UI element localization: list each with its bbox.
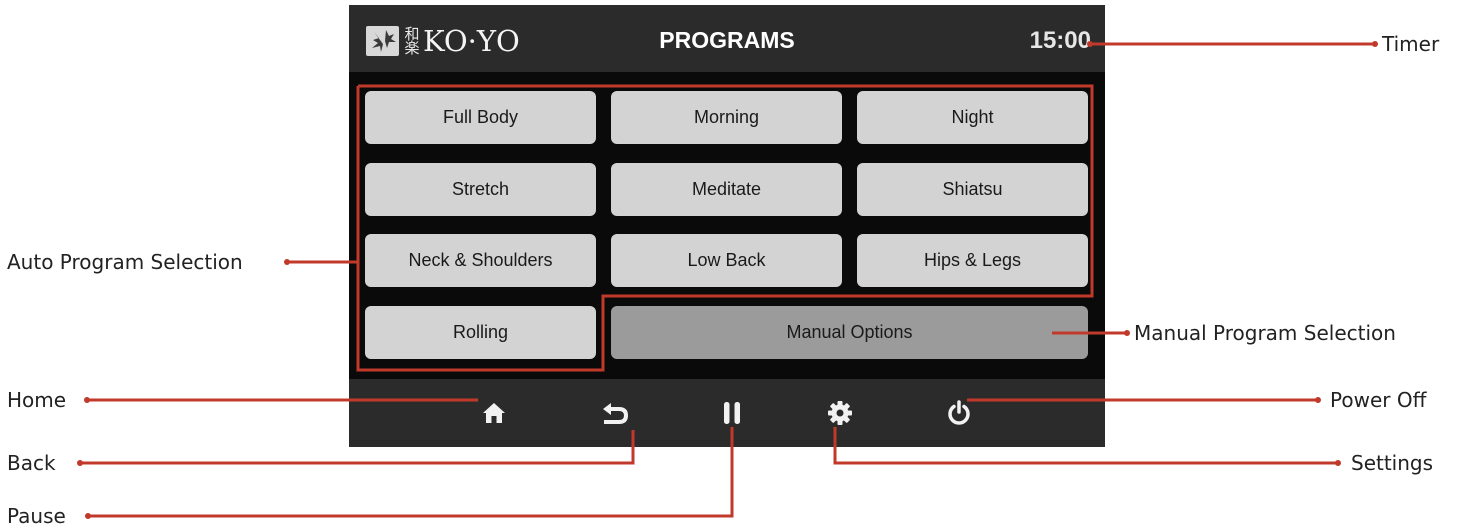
home-button[interactable] xyxy=(474,393,514,433)
program-button-stretch[interactable]: Stretch xyxy=(365,163,596,216)
program-label: Hips & Legs xyxy=(923,250,1022,270)
settings-button[interactable] xyxy=(820,393,860,433)
pause-button[interactable] xyxy=(712,393,752,433)
program-label: Stretch xyxy=(451,179,510,199)
page-title: PROGRAMS xyxy=(659,27,795,53)
header-bar: 和楽 KO·YO PROGRAMS 15:00 xyxy=(349,5,1105,72)
program-button-full-body[interactable]: Full Body xyxy=(365,91,596,144)
program-label: Night xyxy=(951,107,994,127)
program-label: Low Back xyxy=(687,250,766,270)
program-button-hips-legs[interactable]: Hips & Legs xyxy=(857,234,1088,287)
logo-kanji: 和楽 xyxy=(404,25,420,57)
program-label: Neck & Shoulders xyxy=(408,250,553,270)
annotation-back: Back xyxy=(7,451,56,475)
program-label: Meditate xyxy=(691,179,762,199)
koyo-logo: 和楽 KO·YO xyxy=(366,21,520,61)
program-button-rolling[interactable]: Rolling xyxy=(365,306,596,359)
program-label: Shiatsu xyxy=(942,179,1003,199)
timer-display: 15:00 xyxy=(1029,27,1091,54)
gear-icon xyxy=(828,401,852,425)
program-button-meditate[interactable]: Meditate xyxy=(611,163,842,216)
pause-icon xyxy=(724,402,740,424)
program-label: Morning xyxy=(693,107,760,127)
annotation-manual-program: Manual Program Selection xyxy=(1134,321,1396,345)
program-button-shiatsu[interactable]: Shiatsu xyxy=(857,163,1088,216)
logo-text: KO·YO xyxy=(423,24,520,58)
manual-options-button[interactable]: Manual Options xyxy=(611,306,1088,359)
manual-label: Manual Options xyxy=(786,322,913,342)
program-button-neck-shoulders[interactable]: Neck & Shoulders xyxy=(365,234,596,287)
leaf-logo-icon xyxy=(366,26,399,56)
program-button-low-back[interactable]: Low Back xyxy=(611,234,842,287)
annotation-settings: Settings xyxy=(1351,451,1434,475)
program-label: Rolling xyxy=(452,322,509,342)
home-icon xyxy=(483,403,505,423)
program-button-morning[interactable]: Morning xyxy=(611,91,842,144)
annotation-timer: Timer xyxy=(1382,32,1440,56)
device-screen: 和楽 KO·YO PROGRAMS 15:00 Full Body Mornin… xyxy=(349,5,1105,447)
annotation-pause: Pause xyxy=(7,504,66,528)
annotation-power-off: Power Off xyxy=(1330,388,1427,412)
program-label: Full Body xyxy=(442,107,519,127)
power-button[interactable] xyxy=(939,393,979,433)
back-button[interactable] xyxy=(595,393,635,433)
power-icon xyxy=(948,400,970,425)
annotation-home: Home xyxy=(7,388,67,412)
program-button-night[interactable]: Night xyxy=(857,91,1088,144)
back-arrow-icon xyxy=(603,403,629,424)
annotation-auto-program: Auto Program Selection xyxy=(7,250,243,274)
